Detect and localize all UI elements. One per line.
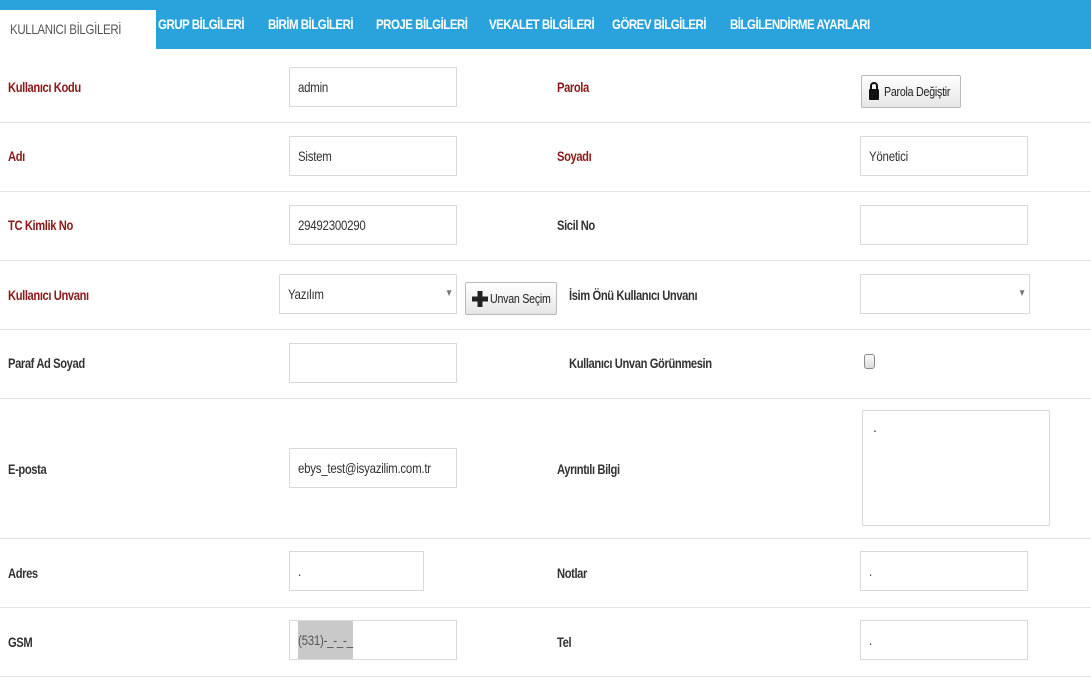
paraf-ad-soyad-label: Paraf Ad Soyad xyxy=(8,355,85,371)
tel-input[interactable]: . xyxy=(860,620,1028,660)
ayrintili-bilgi-label: Ayrıntılı Bilgi xyxy=(557,461,620,477)
tel-label: Tel xyxy=(557,634,572,650)
tab-vekalet-bilgileri[interactable]: VEKALET BİLGİLERİ xyxy=(489,0,595,49)
adres-input[interactable]: . xyxy=(289,551,424,591)
soyadi-input[interactable]: Yönetici xyxy=(860,136,1028,176)
row-divider xyxy=(0,538,1091,539)
unvan-gorunmesin-label: Kullanıcı Unvan Görünmesin xyxy=(569,355,712,371)
tc-kimlik-no-input[interactable]: 29492300290 xyxy=(289,205,457,245)
row-divider xyxy=(0,329,1091,330)
sicil-no-label: Sicil No xyxy=(557,217,595,233)
row-divider xyxy=(0,607,1091,608)
parola-label: Parola xyxy=(557,79,589,95)
row-divider xyxy=(0,398,1091,399)
tc-kimlik-no-label: TC Kimlik No xyxy=(8,217,73,233)
chevron-down-icon: ▼ xyxy=(1018,288,1026,299)
row-divider xyxy=(0,260,1091,261)
row-divider xyxy=(0,122,1091,123)
kullanici-unvani-label: Kullanıcı Unvanı xyxy=(8,287,89,303)
tab-bar: KULLANICI BİLGİLERİ GRUP BİLGİLERİ BİRİM… xyxy=(0,0,1091,49)
isim-onu-unvani-select[interactable]: ▼ xyxy=(860,274,1030,314)
eposta-label: E-posta xyxy=(8,461,47,477)
chevron-down-icon: ▼ xyxy=(445,288,453,299)
kullanici-kodu-label: Kullanıcı Kodu xyxy=(8,79,81,95)
adi-input[interactable]: Sistem xyxy=(289,136,457,176)
row-divider xyxy=(0,676,1091,677)
tab-kullanici-bilgileri[interactable]: KULLANICI BİLGİLERİ xyxy=(0,10,156,49)
tab-proje-bilgileri[interactable]: PROJE BİLGİLERİ xyxy=(376,0,468,49)
tab-gorev-bilgileri[interactable]: GÖREV BİLGİLERİ xyxy=(612,0,707,49)
notlar-input[interactable]: . xyxy=(860,551,1028,591)
kullanici-unvani-select[interactable]: Yazılım ▼ xyxy=(279,274,457,314)
sicil-no-input[interactable] xyxy=(860,205,1028,245)
parola-degistir-button[interactable]: Parola Değiştir xyxy=(861,75,961,108)
tab-grup-bilgileri[interactable]: GRUP BİLGİLERİ xyxy=(158,0,245,49)
adres-label: Adres xyxy=(8,565,38,581)
row-divider xyxy=(0,191,1091,192)
eposta-input[interactable]: ebys_test@isyazilim.com.tr xyxy=(289,448,457,488)
isim-onu-unvani-label: İsim Önü Kullanıcı Unvanı xyxy=(569,287,698,303)
gsm-input[interactable]: (531)-_-_-_ xyxy=(289,620,457,660)
soyadi-label: Soyadı xyxy=(557,148,592,164)
plus-icon xyxy=(472,283,488,314)
adi-label: Adı xyxy=(8,148,25,164)
notlar-label: Notlar xyxy=(557,565,587,581)
lock-icon xyxy=(868,76,880,107)
unvan-gorunmesin-checkbox[interactable] xyxy=(864,354,875,369)
gsm-label: GSM xyxy=(8,634,33,650)
paraf-ad-soyad-input[interactable] xyxy=(289,343,457,383)
unvan-secim-button[interactable]: Unvan Seçim xyxy=(465,282,557,315)
kullanici-kodu-input[interactable]: admin xyxy=(289,67,457,107)
ayrintili-bilgi-textarea[interactable]: . xyxy=(862,410,1050,526)
tab-bilgilendirme-ayarlari[interactable]: BİLGİLENDİRME AYARLARI xyxy=(730,0,870,49)
tab-birim-bilgileri[interactable]: BİRİM BİLGİLERİ xyxy=(268,0,354,49)
